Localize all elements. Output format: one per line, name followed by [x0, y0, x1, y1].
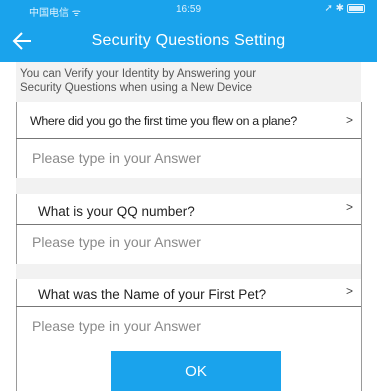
question-3-divider — [16, 306, 361, 307]
question-3-selector[interactable]: What was the Name of your First Pet? > — [16, 279, 361, 315]
info-text: You can Verify your Identity by Answerin… — [20, 68, 340, 95]
battery-icon — [347, 4, 365, 13]
question-1-selector[interactable]: Where did you go the first time you flew… — [16, 104, 361, 140]
chevron-right-icon: > — [345, 284, 353, 298]
status-time: 16:59 — [175, 4, 202, 15]
section-gap-1 — [16, 178, 361, 194]
chevron-right-icon: > — [345, 113, 353, 127]
page-title: Security Questions Setting — [91, 32, 286, 49]
answer-1-input[interactable] — [32, 145, 342, 171]
nav-bar: Security Questions Setting — [0, 20, 377, 62]
answer-3-input[interactable] — [32, 313, 342, 339]
bluetooth-location-icons: ➚ ✱ — [324, 3, 344, 14]
info-line-1: You can Verify your Identity by Answerin… — [20, 68, 257, 80]
info-line-2: Security Questions when using a New Devi… — [20, 81, 253, 94]
question-3-label: What was the Name of your First Pet? — [38, 287, 267, 302]
status-icons: ➚ ✱ — [324, 3, 365, 14]
answer-2-input[interactable] — [32, 229, 342, 255]
question-2-divider — [16, 224, 361, 225]
status-bar: 中国电信 ᯤ 16:59 ➚ ✱ — [0, 0, 377, 20]
ok-button[interactable]: OK — [111, 351, 281, 391]
question-1-label: Where did you go the first time you flew… — [30, 114, 297, 128]
question-1-divider — [16, 138, 361, 139]
chevron-right-icon: > — [345, 200, 353, 214]
question-2-label: What is your QQ number? — [38, 204, 195, 219]
section-gap-2 — [16, 264, 361, 279]
